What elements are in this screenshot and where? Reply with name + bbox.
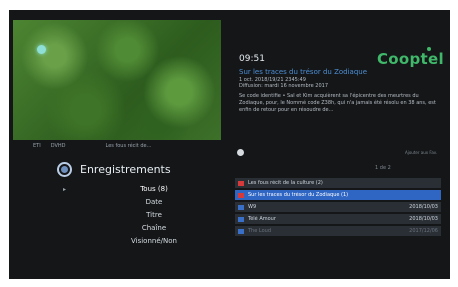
clock: 09:51 xyxy=(239,54,265,64)
list-item-selected[interactable]: Sur les traces du trésor du Zodiaque (1) xyxy=(235,190,441,200)
list-item[interactable]: Les fous récit de la culture (2) xyxy=(235,178,441,188)
menu-header: Enregistrements xyxy=(57,162,171,177)
tv-screen: ETI DVHD Les fous récit de... Enregistre… xyxy=(9,10,450,279)
list-item-name: The Loud xyxy=(248,228,271,234)
list-item-name: Les fous récit de la culture (2) xyxy=(248,180,323,186)
sort-menu: Tous (8) Date Titre Chaîne Visionné/Non xyxy=(124,183,184,248)
info-icon[interactable] xyxy=(237,149,244,156)
program-title: Sur les traces du trésor du Zodiaque xyxy=(239,68,368,76)
menu-item-channel[interactable]: Chaîne xyxy=(124,222,184,235)
menu-item-all[interactable]: Tous (8) xyxy=(124,183,184,196)
list-item[interactable]: Télé Amour 2018/10/03 xyxy=(235,214,441,224)
live-preview xyxy=(13,20,221,140)
list-item-date: 2018/10/03 xyxy=(409,204,438,210)
favorite-hint: Ajouter aux Fav. xyxy=(405,150,438,155)
preview-indicator-icon xyxy=(37,45,46,54)
program-description: Se code identifie • Sal et Kim acquièren… xyxy=(239,93,436,113)
menu-item-title[interactable]: Titre xyxy=(124,209,184,222)
list-item[interactable]: W9 2018/10/03 xyxy=(235,202,441,212)
menu-item-watched[interactable]: Visionné/Non xyxy=(124,235,184,248)
list-item-name: W9 xyxy=(248,204,257,210)
menu-item-date[interactable]: Date xyxy=(124,196,184,209)
brand-dot-icon xyxy=(427,47,431,51)
page-indicator: 1 de 2 xyxy=(375,165,391,171)
recording-icon xyxy=(238,228,244,234)
red-folder-icon xyxy=(238,192,244,198)
menu-title: Enregistrements xyxy=(80,163,171,176)
list-item-date: 2017/12/06 xyxy=(409,228,438,234)
list-item[interactable]: The Loud 2017/12/06 xyxy=(235,226,441,236)
list-item-date: 2018/10/03 xyxy=(409,216,438,222)
list-item-name: Télé Amour xyxy=(248,216,276,222)
recordings-list: Les fous récit de la culture (2) Sur les… xyxy=(235,178,441,238)
menu-caret-icon: ▸ xyxy=(63,186,67,193)
preview-caption: ETI DVHD Les fous récit de... xyxy=(13,141,221,151)
list-item-name: Sur les traces du trésor du Zodiaque (1) xyxy=(248,192,349,198)
recording-icon xyxy=(238,204,244,210)
program-meta: 1 oct. 2018/19/21 2345:49 Diffusion: mar… xyxy=(239,77,328,89)
preview-title: Les fous récit de... xyxy=(105,143,152,149)
recordings-icon xyxy=(57,162,72,177)
red-folder-icon xyxy=(238,180,244,186)
preview-channel: ETI xyxy=(33,143,41,149)
preview-quality: DVHD xyxy=(50,143,66,149)
program-meta-broadcast: Diffusion: mardi 16 novembre 2017 xyxy=(239,83,328,89)
brand-logo: Cooptel xyxy=(377,50,444,68)
recording-icon xyxy=(238,216,244,222)
